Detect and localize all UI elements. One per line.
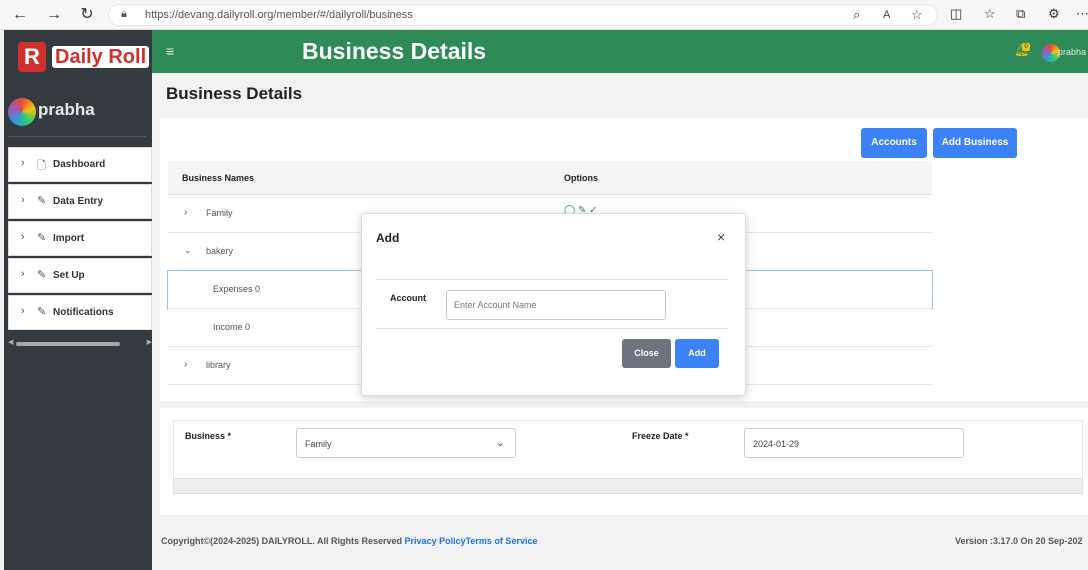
business-label: Business * xyxy=(185,431,232,441)
file-icon: 🗋︎ xyxy=(37,160,46,172)
chevron-right-icon[interactable]: › xyxy=(184,359,187,370)
back-icon[interactable]: ← xyxy=(10,5,30,25)
pencil-icon: ✎ xyxy=(37,195,47,207)
footer-copyright: Copyright©(2024-2025) DAILYROLL. All Rig… xyxy=(161,536,537,546)
account-label: Account xyxy=(390,293,426,303)
page-title: Business Details xyxy=(166,84,303,103)
reload-icon[interactable]: ↻ xyxy=(77,5,97,25)
close-button[interactable]: Close xyxy=(622,339,671,368)
freeze-date-label: Freeze Date * xyxy=(632,431,689,441)
lock-icon: 🔒︎ xyxy=(121,8,127,20)
freeze-date-value: 2024-01-29 xyxy=(753,439,800,449)
account-name-input[interactable] xyxy=(446,290,666,320)
collections-icon[interactable]: ⧉ xyxy=(1016,6,1025,22)
browser-toolbar: ← → ↻ 🔒︎ https://devang.dailyroll.org/me… xyxy=(0,0,1088,30)
account-name: Income 0 xyxy=(213,322,251,332)
header-title: Business Details xyxy=(302,38,487,64)
terms-of-service-link[interactable]: Terms of Service xyxy=(466,536,538,546)
chevron-right-icon: › xyxy=(21,305,25,317)
url-text[interactable]: https://devang.dailyroll.org/member/#/da… xyxy=(145,9,413,21)
divider xyxy=(8,136,146,137)
pencil-icon: ✎ xyxy=(37,306,47,318)
sidebar-item-set-up[interactable]: › ✎ Set Up xyxy=(8,258,152,293)
close-icon[interactable]: × xyxy=(717,229,725,245)
account-name: Expenses 0 xyxy=(213,284,261,294)
favorites-icon[interactable]: ☆ xyxy=(984,6,996,22)
chevron-right-icon: › xyxy=(21,194,25,206)
sidebar-item-label: Import xyxy=(53,233,85,244)
add-business-button[interactable]: Add Business xyxy=(933,128,1017,158)
divider xyxy=(376,328,728,329)
modal-title: Add xyxy=(376,231,400,245)
hamburger-menu-icon[interactable]: ≡ xyxy=(166,43,174,59)
chevron-down-icon: ⌄ xyxy=(495,437,505,449)
pencil-icon: ✎ xyxy=(37,232,47,244)
business-select-value: Family xyxy=(305,439,332,449)
sidebar-item-data-entry[interactable]: › ✎ Data Entry xyxy=(8,184,152,219)
sidebar: R Daily Roll prabha › 🗋︎ Dashboard › ✎ D… xyxy=(4,30,152,570)
business-select[interactable]: Family ⌄ xyxy=(296,428,516,458)
header-user-name[interactable]: prabha xyxy=(1058,47,1086,57)
logo-mark: R xyxy=(18,42,46,72)
chevron-right-icon[interactable]: › xyxy=(184,207,187,218)
sidebar-item-label: Data Entry xyxy=(53,196,104,207)
accounts-button[interactable]: Accounts xyxy=(861,128,927,158)
more-icon[interactable]: ⋯ xyxy=(1076,6,1088,22)
sidebar-item-notifications[interactable]: › ✎ Notifications xyxy=(8,295,152,330)
divider xyxy=(376,279,728,280)
scroll-left-icon[interactable]: ◀ xyxy=(8,338,13,346)
chevron-right-icon: › xyxy=(21,231,25,243)
split-screen-icon[interactable]: ◫ xyxy=(950,6,962,22)
business-name: Family xyxy=(206,208,233,218)
scrollbar-thumb[interactable] xyxy=(16,342,120,346)
forward-icon[interactable]: → xyxy=(44,5,64,25)
favorite-star-icon[interactable]: ☆ xyxy=(911,7,923,23)
notification-badge: 0 xyxy=(1022,43,1030,51)
sidebar-item-label: Notifications xyxy=(53,307,114,318)
avatar xyxy=(8,98,36,126)
extensions-icon[interactable]: ⚙ xyxy=(1048,6,1060,22)
version-text: Version :3.17.0 On 20 Sep-202 xyxy=(955,536,1083,546)
business-form-card: Business * Family ⌄ Freeze Date * 2024-0… xyxy=(160,408,1088,515)
sidebar-item-label: Dashboard xyxy=(53,159,106,170)
business-name: library xyxy=(206,360,231,370)
form-footer xyxy=(173,478,1083,494)
column-header: Business Names xyxy=(182,173,255,183)
add-button[interactable]: Add xyxy=(675,339,719,368)
zoom-icon[interactable]: ⌕ xyxy=(853,7,860,23)
freeze-date-field[interactable]: 2024-01-29 xyxy=(744,428,964,458)
top-header: ≡ Business Details 🔔︎ 0 prabha xyxy=(152,30,1088,73)
user-name: prabha xyxy=(38,100,95,119)
sidebar-item-import[interactable]: › ✎ Import xyxy=(8,221,152,256)
address-bar[interactable]: 🔒︎ https://devang.dailyroll.org/member/#… xyxy=(108,4,938,26)
business-name: bakery xyxy=(206,246,234,256)
chevron-down-icon[interactable]: ⌄ xyxy=(184,245,192,256)
privacy-policy-link[interactable]: Privacy Policy xyxy=(405,536,466,546)
sidebar-item-label: Set Up xyxy=(53,270,85,281)
pencil-icon: ✎ xyxy=(37,269,47,281)
chevron-right-icon: › xyxy=(21,157,25,169)
chevron-right-icon: › xyxy=(21,268,25,280)
logo-text: Daily Roll xyxy=(52,46,150,68)
add-account-modal: Add × Account Close Add xyxy=(361,213,746,396)
scroll-right-icon[interactable]: ▶ xyxy=(147,338,152,346)
sidebar-scrollbar[interactable]: ◀ ▶ xyxy=(8,338,152,348)
sidebar-menu: › 🗋︎ Dashboard › ✎ Data Entry › ✎ Import… xyxy=(8,147,152,332)
table-header: Business Names Options xyxy=(168,161,932,195)
sidebar-item-dashboard[interactable]: › 🗋︎ Dashboard xyxy=(8,147,152,182)
copyright-text: Copyright©(2024-2025) DAILYROLL. All Rig… xyxy=(161,536,403,546)
column-header: Options xyxy=(564,173,598,183)
read-aloud-icon[interactable]: A xyxy=(883,9,890,21)
